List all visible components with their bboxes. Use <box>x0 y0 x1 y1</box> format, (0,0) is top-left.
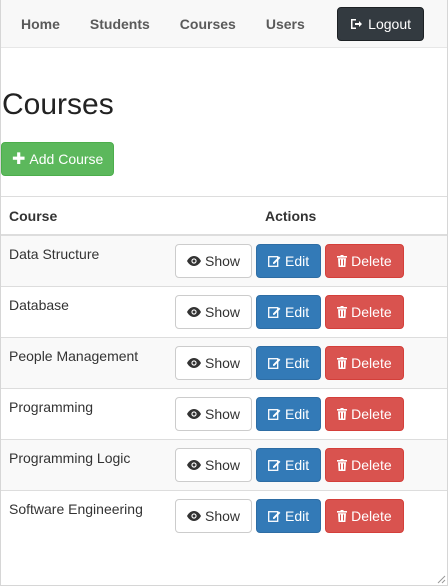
edit-label: Edit <box>285 253 310 269</box>
row-actions: Show Edit Delete <box>167 286 447 338</box>
delete-label: Delete <box>351 304 392 320</box>
header-course: Course <box>1 196 167 236</box>
row-actions: Show Edit Delete <box>167 439 447 491</box>
pencil-square-icon <box>268 255 281 267</box>
add-course-label: Add Course <box>29 151 104 167</box>
show-label: Show <box>205 457 241 473</box>
course-name: Programming Logic <box>1 439 167 491</box>
edit-label: Edit <box>285 508 310 524</box>
trash-icon <box>337 459 348 471</box>
resize-handle-icon[interactable] <box>436 574 446 584</box>
delete-button[interactable]: Delete <box>325 244 404 278</box>
delete-button[interactable]: Delete <box>325 448 404 482</box>
pencil-square-icon <box>268 459 281 471</box>
pencil-square-icon <box>268 306 281 318</box>
show-label: Show <box>205 355 241 371</box>
eye-icon <box>187 358 201 368</box>
delete-label: Delete <box>351 508 392 524</box>
trash-icon <box>337 357 348 369</box>
trash-icon <box>337 510 348 522</box>
show-button[interactable]: Show <box>175 244 253 278</box>
header-actions: Actions <box>167 196 447 236</box>
nav-link-courses[interactable]: Courses <box>165 0 251 48</box>
delete-label: Delete <box>351 355 392 371</box>
show-button[interactable]: Show <box>175 397 253 431</box>
show-button[interactable]: Show <box>175 499 253 533</box>
nav-link-students[interactable]: Students <box>75 0 165 48</box>
table-row: People Management Show Edit Delete <box>1 337 447 389</box>
show-label: Show <box>205 304 241 320</box>
trash-icon <box>337 255 348 267</box>
eye-icon <box>187 307 201 317</box>
edit-label: Edit <box>285 355 310 371</box>
edit-label: Edit <box>285 406 310 422</box>
row-actions: Show Edit Delete <box>167 234 447 287</box>
course-name: Programming <box>1 388 167 440</box>
table-row: Data Structure Show Edit Delete <box>1 234 447 287</box>
show-label: Show <box>205 508 241 524</box>
delete-button[interactable]: Delete <box>325 397 404 431</box>
delete-label: Delete <box>351 457 392 473</box>
edit-label: Edit <box>285 304 310 320</box>
delete-button[interactable]: Delete <box>325 346 404 380</box>
course-name: People Management <box>1 337 167 389</box>
navbar: Home Students Courses Users Logout <box>0 0 448 48</box>
show-label: Show <box>205 253 241 269</box>
course-name: Data Structure <box>1 234 167 287</box>
edit-button[interactable]: Edit <box>256 499 322 533</box>
trash-icon <box>337 306 348 318</box>
plus-icon: ✚ <box>12 151 26 168</box>
table-row: Database Show Edit Delete <box>1 286 447 338</box>
course-name: Software Engineering <box>1 490 167 541</box>
trash-icon <box>337 408 348 420</box>
logout-button[interactable]: Logout <box>337 6 424 41</box>
edit-button[interactable]: Edit <box>256 397 322 431</box>
pencil-square-icon <box>268 510 281 522</box>
course-name: Database <box>1 286 167 338</box>
edit-button[interactable]: Edit <box>256 448 322 482</box>
row-actions: Show Edit Delete <box>167 388 447 440</box>
add-course-button[interactable]: ✚ Add Course <box>1 142 115 176</box>
show-label: Show <box>205 406 241 422</box>
nav-link-home[interactable]: Home <box>2 0 75 48</box>
edit-button[interactable]: Edit <box>256 346 322 380</box>
delete-button[interactable]: Delete <box>325 499 404 533</box>
pencil-square-icon <box>268 408 281 420</box>
courses-table: Course Actions Data Structure Show Edit Del… <box>1 196 447 541</box>
pencil-square-icon <box>268 357 281 369</box>
eye-icon <box>187 511 201 521</box>
delete-button[interactable]: Delete <box>325 295 404 329</box>
logout-label: Logout <box>368 15 411 32</box>
row-actions: Show Edit Delete <box>167 337 447 389</box>
nav-link-users[interactable]: Users <box>251 0 320 48</box>
eye-icon <box>187 409 201 419</box>
delete-label: Delete <box>351 406 392 422</box>
show-button[interactable]: Show <box>175 448 253 482</box>
table-row: Software Engineering Show Edit Delete <box>1 490 447 541</box>
page-title: Courses <box>2 88 114 121</box>
eye-icon <box>187 256 201 266</box>
delete-label: Delete <box>351 253 392 269</box>
show-button[interactable]: Show <box>175 346 253 380</box>
row-actions: Show Edit Delete <box>167 490 447 541</box>
edit-button[interactable]: Edit <box>256 295 322 329</box>
eye-icon <box>187 460 201 470</box>
show-button[interactable]: Show <box>175 295 253 329</box>
edit-button[interactable]: Edit <box>256 244 322 278</box>
table-header-row: Course Actions <box>1 196 447 236</box>
edit-label: Edit <box>285 457 310 473</box>
sign-out-icon <box>350 18 363 30</box>
table-row: Programming Logic Show Edit Delete <box>1 439 447 491</box>
table-row: Programming Show Edit Delete <box>1 388 447 440</box>
